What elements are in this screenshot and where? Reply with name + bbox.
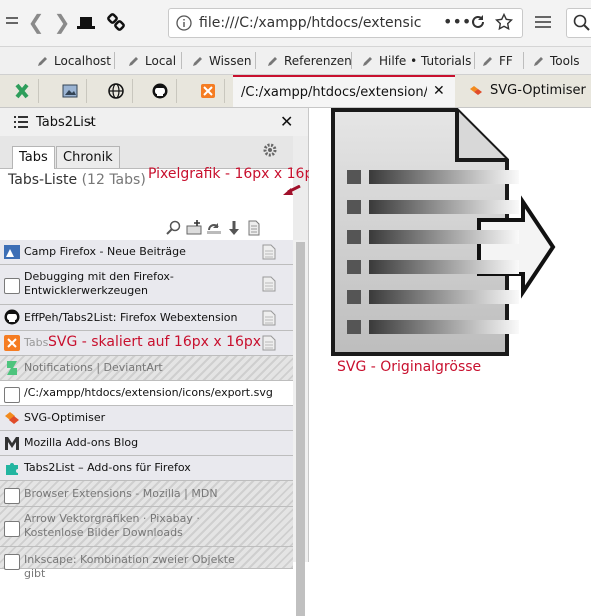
- navigation-toolbar: ❮ ❯ file:///C:/xampp/htdocs/extensic •••: [0, 0, 591, 47]
- checkbox[interactable]: [4, 278, 20, 294]
- reload-tab-icon[interactable]: [206, 220, 222, 236]
- list-title: Tabs-Liste (12 Tabs): [8, 172, 146, 188]
- list-item[interactable]: Debugging mit den Firefox-Entwicklerwerk…: [0, 265, 293, 305]
- annotation-svg-scaled: SVG - skaliert auf 16px x 16px: [48, 334, 262, 350]
- bookmark-hilfe-tutorials[interactable]: Hilfe • Tutorials: [362, 51, 471, 70]
- scrollbar-thumb[interactable]: [296, 242, 305, 616]
- checkbox[interactable]: [4, 554, 20, 570]
- gear-icon[interactable]: [262, 142, 278, 158]
- pinned-tab-github[interactable]: [144, 79, 177, 103]
- list-item[interactable]: Notifications | DeviantArt: [0, 356, 293, 381]
- pinned-tab-green[interactable]: [6, 79, 39, 103]
- pinned-tab-globe[interactable]: [100, 79, 133, 103]
- reload-icon[interactable]: [469, 13, 487, 34]
- bookmarks-toolbar: Localhost Local Wissen Referenzen Hilfe …: [0, 47, 591, 75]
- tab-list: Camp Firefox - Neue Beiträge Debugging m…: [0, 240, 293, 580]
- list-item[interactable]: Camp Firefox - Neue Beiträge: [0, 240, 293, 265]
- svg-optimiser-icon: [470, 86, 482, 95]
- tab-strip: /C:/xampp/htdocs/extension/ico ✕ SVG-Opt…: [0, 75, 591, 108]
- list-item[interactable]: SVG-Optimiser: [0, 406, 293, 431]
- pencil-icon: [534, 56, 543, 66]
- deviantart-icon: [7, 361, 17, 375]
- list-item[interactable]: Arrow Vektorgrafiken · Pixabay · Kostenl…: [0, 507, 293, 547]
- pencil-icon: [363, 56, 372, 66]
- export-document-icon: [331, 108, 556, 356]
- search-input[interactable]: [566, 8, 591, 38]
- checkbox[interactable]: [4, 387, 20, 403]
- mozilla-m-icon: [5, 437, 19, 450]
- list-item[interactable]: /C:/xampp/htdocs/extension/icons/export.…: [0, 381, 293, 406]
- library-icon[interactable]: [531, 10, 555, 34]
- camp-firefox-icon: [4, 245, 20, 259]
- tab-count: (12 Tabs): [81, 172, 146, 188]
- list-item[interactable]: EffPeh/Tabs2List: Firefox Webextension: [0, 305, 293, 331]
- github-icon: [152, 83, 168, 99]
- main-content: SVG - Originalgrösse: [309, 108, 591, 562]
- search-icon: [573, 14, 591, 35]
- export-icon[interactable]: [246, 220, 262, 236]
- pinned-tab-xampp[interactable]: [192, 79, 225, 103]
- url-text[interactable]: file:///C:/xampp/htdocs/extensic: [199, 15, 421, 31]
- document-icon: [262, 244, 276, 260]
- sidebar-header: Tabs2List ⌄ ✕: [0, 108, 308, 136]
- panel-tab-row: Tabs Chronik: [0, 136, 293, 169]
- page-actions-icon[interactable]: •••: [443, 12, 471, 31]
- bookmark-referenzen[interactable]: Referenzen: [267, 51, 352, 70]
- tab-title: /C:/xampp/htdocs/extension/ico: [241, 85, 427, 100]
- document-icon: [262, 276, 276, 292]
- annotation-pixel: Pixelgrafik - 16px x 16px: [148, 166, 322, 182]
- list-item[interactable]: Inkscape: Kombination zweier Objekte gib…: [0, 547, 293, 580]
- tab-chronik[interactable]: Chronik: [56, 146, 120, 168]
- chevron-down-icon[interactable]: ⌄: [86, 114, 95, 127]
- list-toolbar: [166, 220, 262, 236]
- sort-down-icon[interactable]: [226, 220, 242, 236]
- url-bar[interactable]: file:///C:/xampp/htdocs/extensic •••: [168, 8, 523, 38]
- link-icon[interactable]: [104, 10, 128, 34]
- annotation-arrow-icon: [283, 185, 301, 195]
- pinned-tab-image[interactable]: [54, 79, 87, 103]
- bookmark-local[interactable]: Local: [128, 51, 176, 70]
- bookmark-star-icon[interactable]: [494, 12, 514, 34]
- tab-svg-optimiser[interactable]: SVG-Optimiser: [464, 75, 591, 107]
- green-x-icon: [15, 83, 29, 99]
- checkbox[interactable]: [4, 488, 20, 504]
- tabs2list-panel: Tabs Chronik Tabs-Liste (12 Tabs): [0, 136, 293, 268]
- pencil-icon: [193, 56, 202, 66]
- image-icon: [62, 84, 78, 98]
- list-item[interactable]: Browser Extensions - Mozilla | MDN: [0, 481, 293, 507]
- search-icon[interactable]: [166, 220, 182, 236]
- list-item[interactable]: Mozilla Add-ons Blog: [0, 431, 293, 456]
- annotation-svg-original: SVG - Originalgrösse: [337, 359, 482, 375]
- pencil-icon: [268, 56, 277, 66]
- pencil-icon: [38, 56, 47, 66]
- forward-button[interactable]: ❯: [50, 10, 74, 34]
- pencil-icon: [129, 56, 138, 66]
- info-icon[interactable]: [176, 15, 192, 34]
- bookmark-wissen[interactable]: Wissen: [192, 51, 251, 70]
- tab-active[interactable]: /C:/xampp/htdocs/extension/ico ✕: [233, 75, 455, 107]
- bookmark-tools[interactable]: Tools: [533, 51, 580, 70]
- xampp-icon: [4, 335, 20, 351]
- close-icon[interactable]: ✕: [280, 112, 293, 131]
- list-item[interactable]: Tabs2List – Add-ons für Firefox: [0, 456, 293, 481]
- hat-icon[interactable]: [74, 10, 98, 34]
- document-icon: [262, 310, 276, 326]
- bookmark-localhost[interactable]: Localhost: [37, 51, 111, 70]
- pencil-icon: [483, 56, 492, 66]
- xampp-icon: [201, 84, 215, 98]
- menu-icon[interactable]: [0, 10, 24, 34]
- list-icon: [14, 116, 28, 128]
- close-tab-icon[interactable]: ✕: [433, 83, 445, 99]
- puzzle-icon: [6, 463, 18, 475]
- globe-icon: [108, 83, 124, 99]
- add-tab-icon[interactable]: [186, 220, 202, 236]
- back-button[interactable]: ❮: [24, 10, 48, 34]
- document-icon: [262, 335, 276, 351]
- checkbox[interactable]: [4, 521, 20, 537]
- tab-tabs[interactable]: Tabs: [12, 146, 55, 169]
- svg-optimiser-icon: [5, 412, 19, 424]
- github-icon: [4, 309, 20, 325]
- bookmark-ff[interactable]: FF: [482, 51, 513, 70]
